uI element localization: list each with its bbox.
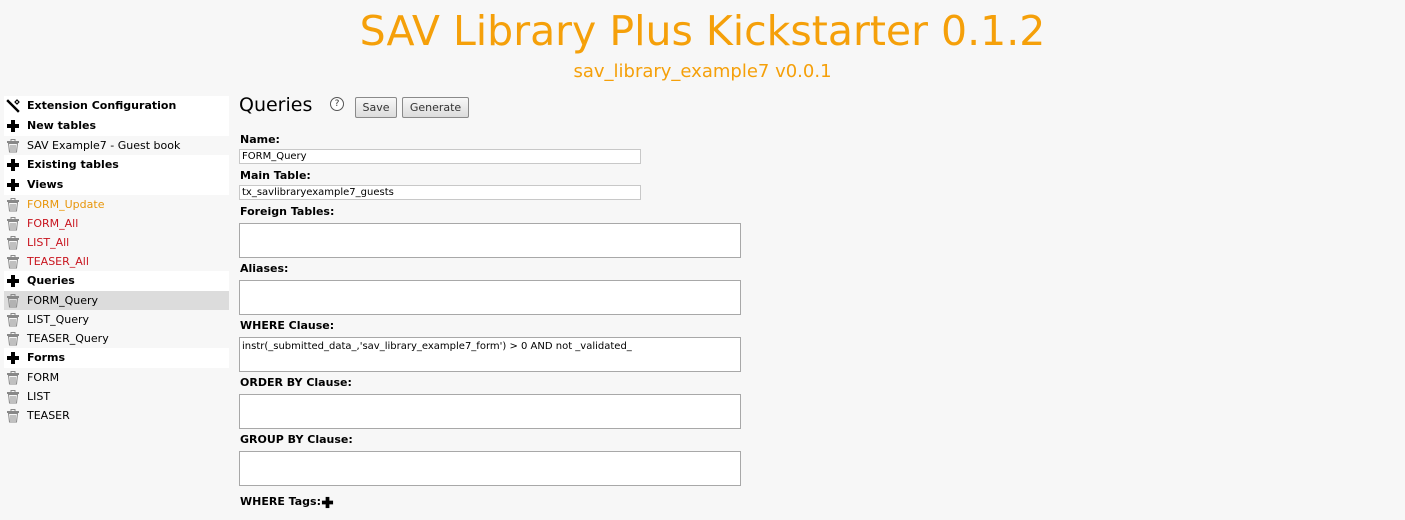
plus-icon[interactable] [6, 178, 20, 192]
main-table-field[interactable]: tx_savlibraryexample7_guests [239, 185, 641, 200]
save-button[interactable]: Save [355, 97, 397, 118]
trash-icon[interactable] [6, 313, 20, 327]
page-title: Queries [239, 94, 313, 116]
sidebar-item-teaser-query[interactable]: TEASER_Query [4, 329, 229, 348]
trash-icon[interactable] [6, 255, 20, 269]
where-clause-field[interactable]: instr(_submitted_data_,'sav_library_exam… [239, 337, 741, 372]
plus-icon[interactable] [6, 158, 20, 172]
sidebar-item-label: LIST_All [27, 236, 70, 249]
trash-icon[interactable] [6, 139, 20, 153]
aliases-label: Aliases: [240, 262, 289, 275]
name-field[interactable]: FORM_Query [239, 149, 641, 164]
sidebar-item-label: Extension Configuration [27, 99, 177, 112]
sidebar-item-views[interactable]: Views [4, 175, 229, 195]
generate-button[interactable]: Generate [402, 97, 469, 118]
plus-icon[interactable] [6, 351, 20, 365]
order-by-field[interactable] [239, 394, 741, 429]
main-table-label: Main Table: [240, 169, 311, 182]
sidebar-item-label: FORM_Update [27, 198, 105, 211]
group-by-field[interactable] [239, 451, 741, 486]
sidebar-item-label: SAV Example7 - Guest book [27, 139, 181, 152]
where-clause-label: WHERE Clause: [240, 319, 335, 332]
sidebar-item-form-all[interactable]: FORM_All [4, 214, 229, 233]
foreign-tables-field[interactable] [239, 223, 741, 258]
editor-header: Queries ? Save Generate [239, 94, 759, 120]
sidebar-item-sav-example7-guest-book[interactable]: SAV Example7 - Guest book [4, 136, 229, 155]
trash-icon[interactable] [6, 390, 20, 404]
trash-icon[interactable] [6, 217, 20, 231]
sidebar-item-label: FORM [27, 371, 60, 384]
trash-icon[interactable] [6, 198, 20, 212]
sidebar-item-label: New tables [27, 119, 96, 132]
plus-icon[interactable] [6, 119, 20, 133]
sidebar-item-label: Views [27, 178, 64, 191]
app-title: SAV Library Plus Kickstarter 0.1.2 [359, 7, 1046, 55]
sidebar-item-form-update[interactable]: FORM_Update [4, 195, 229, 214]
sidebar-item-label: TEASER_Query [27, 332, 109, 345]
sidebar-item-label: FORM_All [27, 217, 79, 230]
sidebar-item-existing-tables[interactable]: Existing tables [4, 155, 229, 175]
sidebar-item-form[interactable]: FORM [4, 368, 229, 387]
trash-icon[interactable] [6, 332, 20, 346]
sidebar-item-label: TEASER_All [27, 255, 89, 268]
wrench-icon [6, 99, 20, 113]
foreign-tables-label: Foreign Tables: [240, 205, 335, 218]
where-tags-label: WHERE Tags: [240, 495, 321, 508]
sidebar-item-label: FORM_Query [27, 294, 99, 307]
plus-icon[interactable] [6, 274, 20, 288]
sidebar-item-extension-configuration[interactable]: Extension Configuration [4, 96, 229, 116]
plus-icon[interactable] [321, 496, 334, 512]
sidebar-item-label: LIST [27, 390, 51, 403]
trash-icon[interactable] [6, 236, 20, 250]
trash-icon[interactable] [6, 294, 20, 308]
sidebar-item-label: TEASER [27, 409, 70, 422]
trash-icon[interactable] [6, 409, 20, 423]
sidebar-item-label: LIST_Query [27, 313, 90, 326]
sidebar-item-label: Forms [27, 351, 66, 364]
sidebar-item-label: Existing tables [27, 158, 119, 171]
group-by-label: GROUP BY Clause: [240, 433, 353, 446]
sidebar-item-teaser[interactable]: TEASER [4, 406, 229, 425]
sidebar-item-form-query[interactable]: FORM_Query [4, 291, 229, 310]
sidebar-item-list-query[interactable]: LIST_Query [4, 310, 229, 329]
sidebar-item-forms[interactable]: Forms [4, 348, 229, 368]
sidebar-item-queries[interactable]: Queries [4, 271, 229, 291]
sidebar: Extension Configuration New tables SAV E… [4, 96, 229, 425]
trash-icon[interactable] [6, 371, 20, 385]
sidebar-item-list-all[interactable]: LIST_All [4, 233, 229, 252]
sidebar-item-new-tables[interactable]: New tables [4, 116, 229, 136]
aliases-field[interactable] [239, 280, 741, 315]
sidebar-item-list[interactable]: LIST [4, 387, 229, 406]
sidebar-item-label: Queries [27, 274, 75, 287]
help-icon[interactable]: ? [330, 97, 344, 111]
query-editor: Queries ? Save Generate Name: FORM_Query… [239, 94, 759, 509]
extension-subtitle: sav_library_example7 v0.0.1 [573, 61, 832, 82]
sidebar-item-teaser-all[interactable]: TEASER_All [4, 252, 229, 271]
order-by-label: ORDER BY Clause: [240, 376, 352, 389]
name-label: Name: [240, 133, 280, 146]
